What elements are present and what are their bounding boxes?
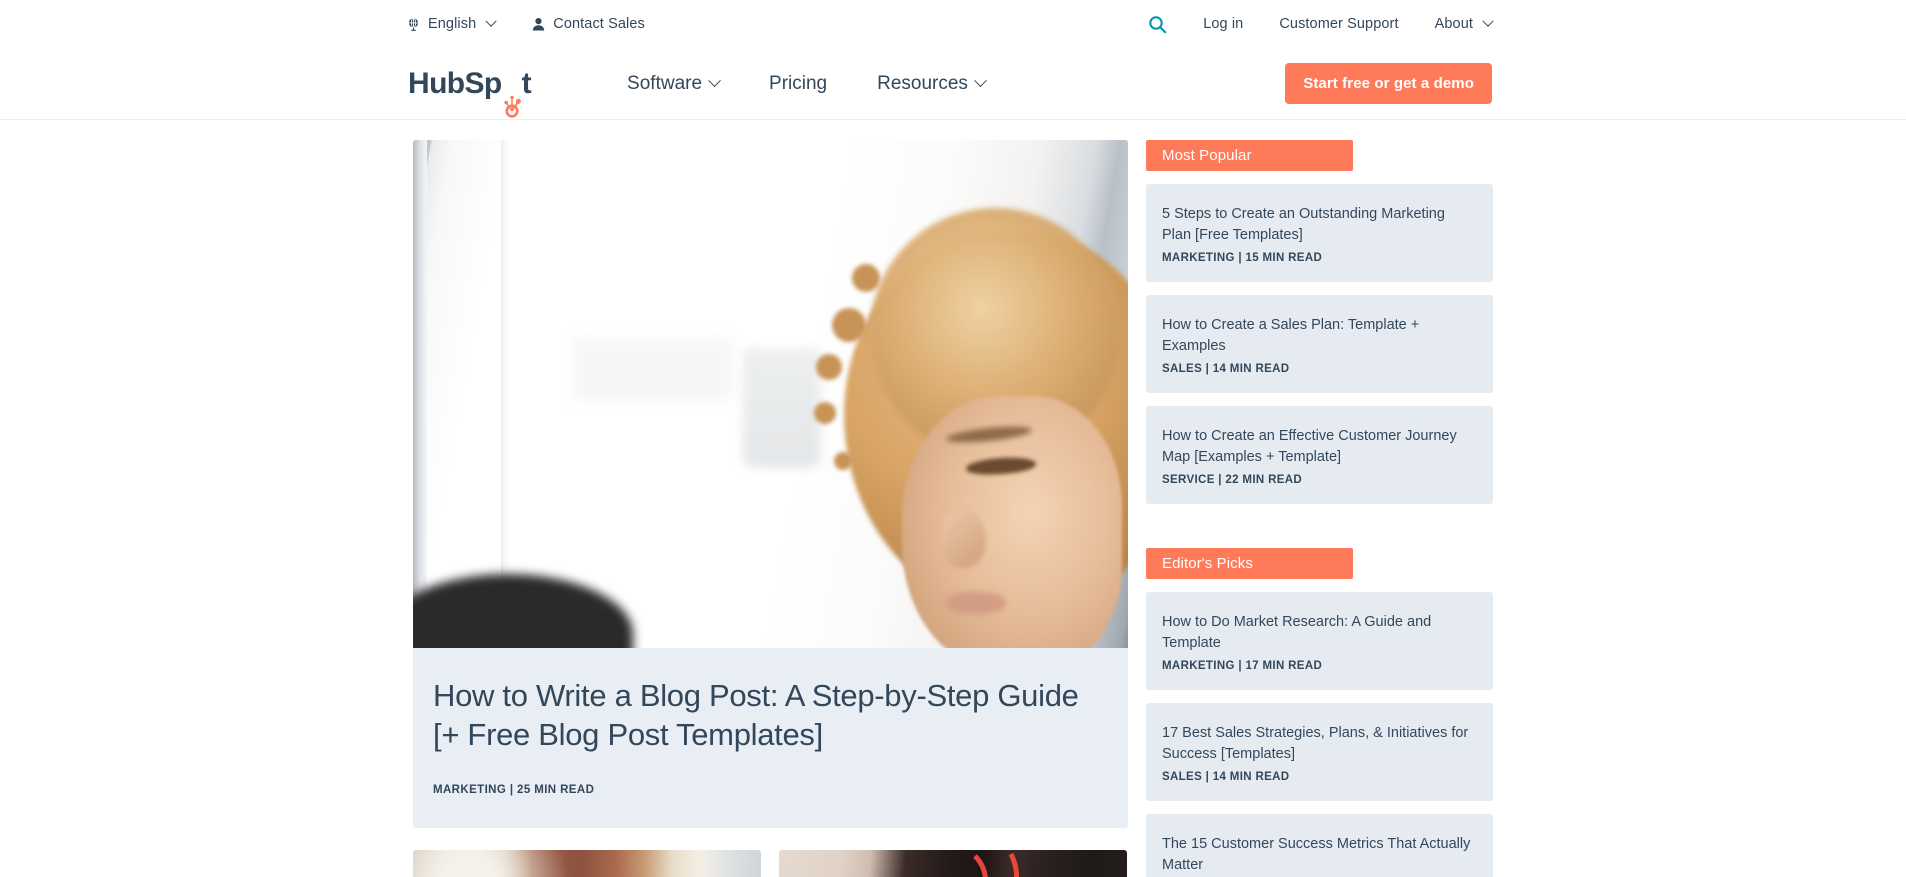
sidebar-article-meta: SERVICE | 22 MIN READ: [1162, 474, 1303, 487]
main-navigation: HubSp t Software Pricing Resources Start…: [0, 48, 1906, 120]
chevron-down-icon: [974, 74, 987, 88]
contact-sales-label: Contact Sales: [553, 16, 645, 32]
hubspot-logo[interactable]: HubSp t: [408, 66, 532, 118]
nav-item-resources-label: Resources: [877, 72, 968, 94]
nav-item-pricing-label: Pricing: [769, 72, 828, 94]
sidebar-article-card[interactable]: How to Create a Sales Plan: Template + E…: [1146, 295, 1493, 394]
sidebar-heading-most-popular: Most Popular: [1146, 140, 1353, 171]
about-label: About: [1434, 16, 1473, 32]
nav-item-software[interactable]: Software: [627, 72, 721, 95]
sidebar-article-card[interactable]: The 15 Customer Success Metrics That Act…: [1146, 814, 1493, 877]
utility-bar-right: Log in Customer Support About: [1148, 15, 1494, 34]
featured-article-body: How to Write a Blog Post: A Step-by-Step…: [413, 648, 1128, 828]
article-card-row: [413, 850, 1128, 877]
sidebar-article-title: How to Create a Sales Plan: Template + E…: [1162, 317, 1420, 355]
nav-item-pricing[interactable]: Pricing: [769, 73, 827, 95]
sidebar-article-card[interactable]: 17 Best Sales Strategies, Plans, & Initi…: [1146, 703, 1493, 802]
sidebar-article-card[interactable]: How to Do Market Research: A Guide and T…: [1146, 592, 1493, 691]
main-column: How to Write a Blog Post: A Step-by-Step…: [413, 140, 1128, 877]
featured-article-title[interactable]: How to Write a Blog Post: A Step-by-Step…: [433, 676, 1108, 754]
utility-bar-left: English Contact Sales: [406, 15, 645, 32]
sidebar-article-meta: SALES | 14 MIN READ: [1162, 363, 1290, 376]
language-selector[interactable]: English: [406, 15, 497, 32]
chevron-down-icon: [1482, 15, 1494, 27]
sidebar-article-card[interactable]: 5 Steps to Create an Outstanding Marketi…: [1146, 184, 1493, 283]
about-menu[interactable]: About: [1434, 15, 1494, 32]
search-icon[interactable]: [1148, 15, 1167, 34]
sidebar-article-card[interactable]: How to Create an Effective Customer Jour…: [1146, 406, 1493, 505]
sidebar-article-title: How to Do Market Research: A Guide and T…: [1162, 614, 1432, 652]
sidebar-article-title: 5 Steps to Create an Outstanding Marketi…: [1162, 206, 1445, 244]
person-icon: [531, 17, 546, 32]
featured-article-card[interactable]: How to Write a Blog Post: A Step-by-Step…: [413, 140, 1128, 829]
logo-t: t: [521, 66, 532, 100]
logo-hub: HubSp: [408, 66, 502, 100]
sidebar-article-meta: MARKETING | 17 MIN READ: [1162, 660, 1323, 673]
language-label: English: [428, 16, 477, 32]
sidebar-article-meta: SALES | 14 MIN READ: [1162, 771, 1290, 784]
sidebar-heading-editors-picks: Editor's Picks: [1146, 548, 1353, 580]
customer-support-link[interactable]: Customer Support: [1279, 16, 1398, 32]
chevron-down-icon: [485, 15, 497, 27]
chevron-down-icon: [708, 74, 721, 88]
featured-article-image: [413, 140, 1128, 648]
sidebar-article-title: The 15 Customer Success Metrics That Act…: [1162, 836, 1471, 874]
article-card[interactable]: [779, 850, 1127, 877]
sidebar-article-meta: MARKETING | 15 MIN READ: [1162, 252, 1323, 265]
article-card-image: [413, 850, 761, 877]
globe-icon: [406, 17, 421, 32]
featured-article-meta: MARKETING | 25 MIN READ: [433, 784, 595, 797]
login-link[interactable]: Log in: [1203, 16, 1243, 32]
article-card-image: [779, 850, 1127, 877]
article-card[interactable]: [413, 850, 761, 877]
start-free-cta-button[interactable]: Start free or get a demo: [1285, 63, 1492, 104]
sidebar: Most Popular 5 Steps to Create an Outsta…: [1146, 140, 1493, 877]
nav-item-software-label: Software: [627, 72, 703, 94]
contact-sales-link[interactable]: Contact Sales: [531, 16, 645, 32]
page-content: How to Write a Blog Post: A Step-by-Step…: [413, 120, 1906, 877]
nav-links: Software Pricing Resources: [627, 72, 987, 95]
sidebar-article-title: 17 Best Sales Strategies, Plans, & Initi…: [1162, 725, 1469, 763]
sidebar-article-title: How to Create an Effective Customer Jour…: [1162, 428, 1457, 466]
utility-bar: English Contact Sales Log in Customer Su…: [0, 0, 1906, 48]
nav-item-resources[interactable]: Resources: [877, 72, 987, 95]
